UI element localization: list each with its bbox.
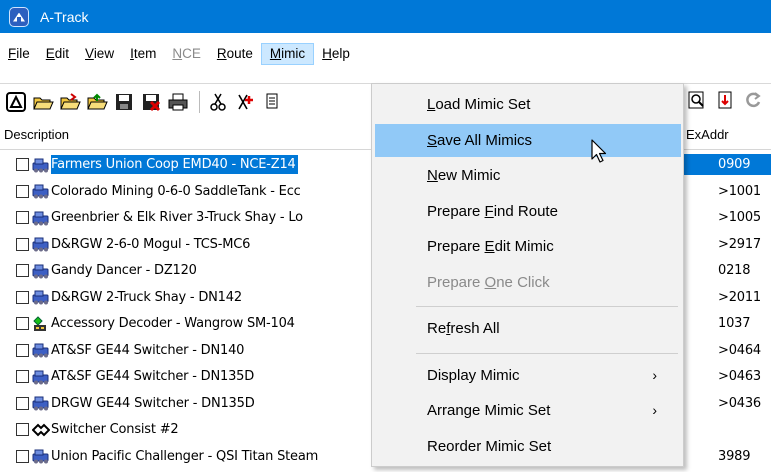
menu-help[interactable]: Help (314, 43, 358, 65)
accessory-icon (32, 315, 50, 332)
cut-icon[interactable] (206, 90, 230, 114)
find-icon[interactable] (685, 88, 709, 112)
item-description: Farmers Union Coop EMD40 - NCE-Z14 (51, 155, 298, 174)
item-checkbox[interactable] (16, 317, 29, 330)
column-header-description[interactable]: Description (4, 120, 69, 150)
item-description: Greenbrier & Elk River 3-Truck Shay - Lo (51, 210, 303, 225)
consist-icon (31, 422, 51, 438)
locomotive-icon (32, 448, 50, 464)
menu-item-display-mimic[interactable]: Display Mimic › (375, 359, 681, 392)
item-description: AT&SF GE44 Switcher - DN135D (51, 369, 255, 384)
item-exaddr: 1037 (718, 316, 751, 331)
menu-item[interactable]: Item (122, 43, 164, 65)
locomotive-icon (32, 263, 50, 279)
menu-item-load-mimic-set[interactable]: Load Mimic Set (375, 88, 681, 121)
item-exaddr: >1005 (718, 210, 761, 225)
item-description: AT&SF GE44 Switcher - DN140 (51, 342, 245, 358)
item-checkbox[interactable] (16, 237, 29, 251)
locomotive-icon (32, 236, 50, 252)
item-checkbox[interactable] (16, 158, 29, 171)
item-exaddr: >0436 (718, 395, 761, 411)
menu-item-arrange-mimic-set[interactable]: Arrange Mimic Set › (375, 394, 681, 427)
item-description: Gandy Dancer - DZ120 (51, 263, 197, 278)
refresh-icon[interactable] (741, 88, 765, 112)
mouse-cursor-icon (591, 139, 607, 163)
submenu-arrow-icon: › (652, 366, 657, 383)
menu-view[interactable]: View (77, 43, 122, 65)
item-exaddr: 0218 (718, 263, 751, 278)
window-title: A-Track (40, 8, 89, 25)
item-checkbox[interactable] (16, 396, 29, 410)
locomotive-icon (32, 395, 50, 411)
menu-edit[interactable]: Edit (38, 43, 77, 65)
item-checkbox[interactable] (16, 370, 29, 383)
print-icon[interactable] (166, 90, 190, 114)
item-checkbox[interactable] (16, 184, 29, 198)
item-checkbox[interactable] (16, 449, 29, 463)
menu-file[interactable]: File (0, 43, 38, 65)
folder-up-icon[interactable] (85, 90, 109, 114)
locomotive-icon (32, 183, 50, 199)
menu-item-prepare-edit-mimic[interactable]: Prepare Edit Mimic (375, 230, 681, 263)
menu-bar: File Edit View Item NCE Route Mimic Help (0, 41, 771, 67)
menu-item-reorder-mimic-set[interactable]: Reorder Mimic Set (375, 430, 681, 463)
item-exaddr: 0909 (684, 154, 771, 175)
menu-separator (416, 352, 678, 354)
menu-mimic[interactable]: Mimic (260, 43, 315, 65)
open-folder-alt-icon[interactable] (58, 90, 82, 114)
open-folder-icon[interactable] (31, 90, 55, 114)
mimic-menu-dropdown: Load Mimic Set Save All Mimics New Mimic Pr… (371, 83, 684, 467)
menu-item-prepare-find-route[interactable]: Prepare Find Route (375, 195, 681, 228)
item-description: Union Pacific Challenger - QSI Titan Ste… (51, 448, 319, 464)
item-exaddr: >2011 (718, 289, 761, 305)
item-exaddr: >0463 (718, 369, 761, 384)
title-bar[interactable]: A-Track (0, 0, 771, 33)
app-icon[interactable] (9, 6, 29, 27)
item-description: DRGW GE44 Switcher - DN135D (51, 395, 255, 411)
cut-special-icon[interactable] (233, 90, 257, 114)
import-icon[interactable] (713, 88, 737, 112)
menu-item-refresh-all[interactable]: Refresh All (375, 312, 681, 345)
locomotive-icon (32, 289, 50, 305)
locomotive-icon (32, 369, 50, 385)
menu-route[interactable]: Route (209, 43, 261, 65)
item-checkbox[interactable] (16, 423, 29, 436)
item-exaddr: >0464 (718, 342, 761, 358)
item-checkbox[interactable] (16, 211, 29, 224)
item-exaddr (684, 419, 771, 440)
item-checkbox[interactable] (16, 264, 29, 277)
item-exaddr: >1001 (718, 183, 761, 199)
item-exaddr: >2917 (718, 236, 761, 252)
locomotive-icon (32, 342, 50, 358)
menu-item-prepare-one-click[interactable]: Prepare One Click (375, 266, 681, 299)
item-description: Colorado Mining 0-6-0 SaddleTank - Ecc (51, 183, 301, 199)
item-checkbox[interactable] (16, 343, 29, 357)
save-all-icon[interactable] (139, 90, 163, 114)
locomotive-icon (32, 210, 50, 226)
item-exaddr: 3989 (718, 448, 751, 464)
menu-item-save-all-mimics[interactable]: Save All Mimics (375, 123, 681, 157)
copy-icon[interactable] (260, 90, 284, 114)
submenu-arrow-icon: › (652, 402, 657, 418)
toolbar-separator (199, 90, 200, 113)
item-description: Accessory Decoder - Wangrow SM-104 (51, 316, 295, 331)
app-logo-icon[interactable] (4, 90, 28, 114)
item-description: D&RGW 2-6-0 Mogul - TCS-MC6 (51, 236, 251, 252)
item-checkbox[interactable] (16, 290, 29, 304)
menu-separator (416, 306, 678, 307)
locomotive-icon (32, 157, 50, 173)
save-icon[interactable] (112, 90, 136, 114)
menu-nce[interactable]: NCE (164, 43, 209, 65)
item-description: D&RGW 2-Truck Shay - DN142 (51, 289, 242, 305)
menu-item-new-mimic[interactable]: New Mimic (375, 159, 681, 192)
column-header-exaddr[interactable]: ExAddr (686, 120, 729, 150)
item-description: Switcher Consist #2 (51, 422, 179, 437)
